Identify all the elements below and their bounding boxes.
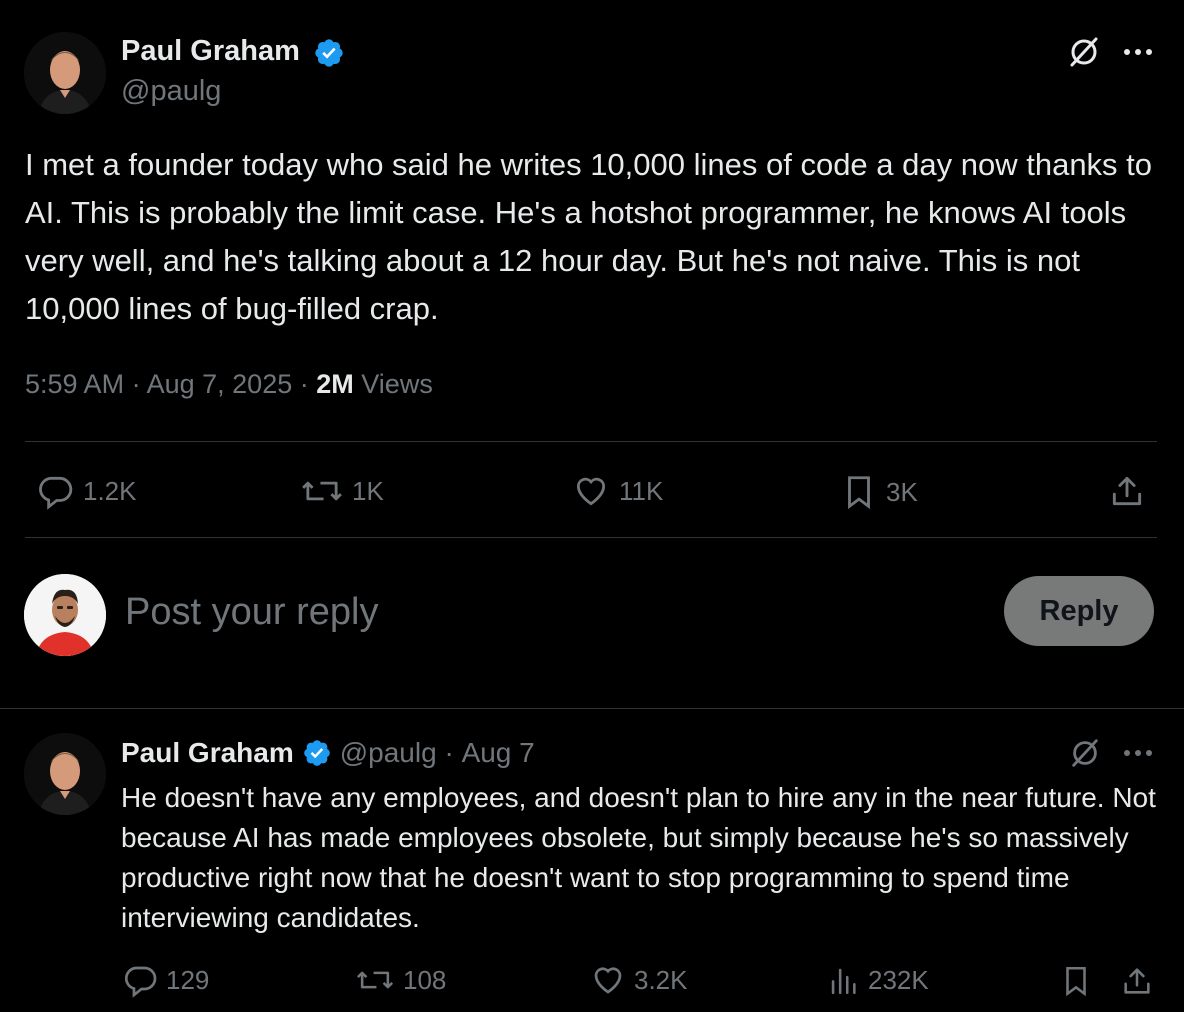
tweet-time[interactable]: 5:59 AM [25, 369, 124, 399]
reply-retweet-count: 108 [403, 964, 447, 995]
bookmark-icon [840, 472, 878, 512]
reply-action[interactable]: 1.2K [35, 472, 137, 510]
divider-top [25, 441, 1157, 442]
author-handle[interactable]: @paulg [121, 75, 221, 108]
grok-icon[interactable] [1066, 34, 1102, 70]
reply-button[interactable]: Reply [1004, 576, 1154, 646]
divider-bottom [25, 537, 1157, 538]
views-label: Views [361, 369, 433, 399]
retweet-count: 1K [352, 475, 384, 506]
reply-input[interactable] [125, 584, 925, 640]
more-options-icon[interactable] [1122, 747, 1154, 759]
like-action[interactable]: 11K [571, 472, 663, 510]
reply-author-name[interactable]: Paul Graham [121, 737, 294, 769]
reply-author-avatar[interactable] [24, 733, 106, 815]
meta-separator: · [436, 737, 462, 768]
author-avatar[interactable] [24, 32, 106, 114]
reply-text: He doesn't have any employees, and doesn… [121, 782, 1156, 933]
share-icon[interactable] [1120, 963, 1154, 999]
reply-count: 1.2K [83, 475, 137, 506]
reply-header: Paul Graham @paulg · Aug 7 [121, 737, 535, 769]
bookmark-count: 3K [886, 476, 918, 507]
bookmark-icon[interactable] [1059, 963, 1093, 999]
verified-badge-icon [302, 738, 332, 768]
author-name[interactable]: Paul Graham [121, 35, 300, 68]
reply-views-action[interactable]: 232K [826, 962, 929, 998]
user-avatar[interactable] [24, 574, 106, 656]
meta-separator: · [299, 369, 317, 399]
reply-icon [35, 472, 75, 510]
tweet-meta: 5:59 AM · Aug 7, 2025 · 2M Views [25, 369, 433, 400]
grok-icon[interactable] [1068, 736, 1102, 770]
reply-reply-action[interactable]: 129 [122, 962, 209, 998]
reply-icon [122, 962, 158, 998]
verified-badge-icon [313, 37, 345, 69]
tweet-date[interactable]: Aug 7, 2025 [147, 369, 293, 399]
retweet-icon [355, 962, 395, 998]
heart-icon [571, 472, 611, 510]
thread-divider [0, 708, 1184, 709]
like-count: 11K [619, 475, 664, 506]
views-count: 2M [316, 369, 354, 399]
more-options-icon[interactable] [1122, 46, 1154, 58]
reply-like-action[interactable]: 3.2K [590, 962, 688, 998]
meta-separator: · [131, 369, 147, 399]
share-icon[interactable] [1108, 472, 1146, 510]
reply-reply-count: 129 [166, 964, 210, 995]
reply-retweet-action[interactable]: 108 [355, 962, 446, 998]
reply-views-count: 232K [868, 964, 929, 995]
retweet-icon [300, 472, 344, 510]
reply-date[interactable]: Aug 7 [462, 737, 535, 769]
analytics-icon [826, 962, 860, 998]
retweet-action[interactable]: 1K [300, 472, 384, 510]
reply-like-count: 3.2K [634, 964, 688, 995]
reply-author-handle[interactable]: @paulg [340, 737, 437, 769]
heart-icon [590, 962, 626, 998]
bookmark-action[interactable]: 3K [840, 472, 918, 512]
tweet-text: I met a founder today who said he writes… [25, 147, 1153, 326]
